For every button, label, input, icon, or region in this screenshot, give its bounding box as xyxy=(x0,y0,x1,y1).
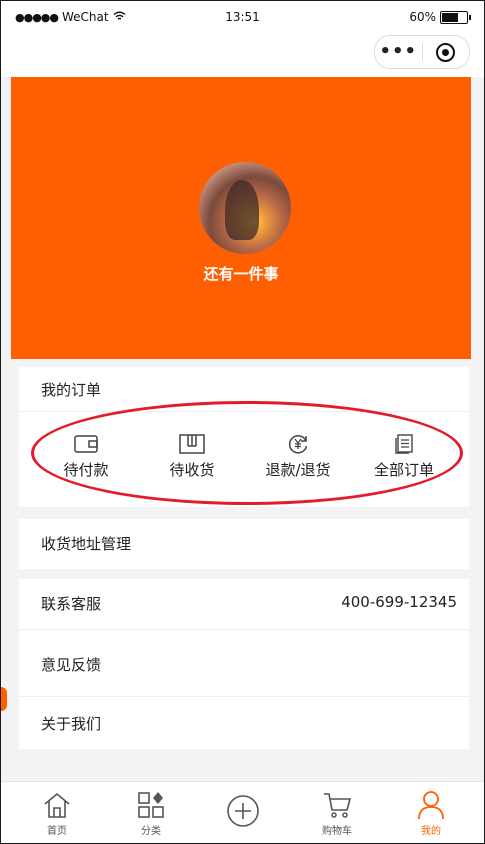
more-menu-button[interactable]: ••• xyxy=(375,36,422,68)
service-phone[interactable]: 400-699-12345 xyxy=(341,593,457,611)
close-target-icon xyxy=(436,42,456,62)
address-management-row[interactable]: 收货地址管理 xyxy=(19,519,469,569)
avatar[interactable] xyxy=(199,162,291,254)
tab-bar: 首页 分类 购物车 我的 xyxy=(1,781,484,843)
row-label: 关于我们 xyxy=(41,715,102,733)
battery-icon xyxy=(440,10,471,24)
person-icon xyxy=(391,788,471,822)
close-miniprogram-button[interactable] xyxy=(423,42,470,62)
battery-fill xyxy=(442,12,458,22)
cart-icon xyxy=(297,788,377,822)
row-label: 收货地址管理 xyxy=(41,535,132,553)
tab-label: 分类 xyxy=(141,826,161,837)
tab-mine[interactable]: 我的 xyxy=(391,788,471,837)
battery-status: 60% xyxy=(409,10,471,24)
category-grid-icon xyxy=(111,788,191,822)
home-icon xyxy=(17,788,97,822)
avatar-figure xyxy=(225,180,259,240)
tab-label: 我的 xyxy=(421,826,441,837)
tab-home[interactable]: 首页 xyxy=(17,788,97,837)
highlight-ellipse xyxy=(31,401,463,505)
tab-publish[interactable] xyxy=(203,788,283,834)
battery-percent: 60% xyxy=(409,10,436,24)
miniprogram-capsule: ••• xyxy=(374,35,470,69)
about-us-row[interactable]: 关于我们 xyxy=(19,697,469,749)
phone-frame: ●●●●● WeChat 13:51 60% ••• 还有一件事 我的订单 待付… xyxy=(0,0,485,844)
orders-title[interactable]: 我的订单 xyxy=(41,379,101,400)
tab-label: 首页 xyxy=(47,826,67,837)
profile-header: 还有一件事 xyxy=(11,77,471,359)
tab-category[interactable]: 分类 xyxy=(111,788,191,837)
tab-cart[interactable]: 购物车 xyxy=(297,788,377,837)
user-nickname: 还有一件事 xyxy=(203,265,279,283)
nav-bar: ••• xyxy=(1,35,484,77)
floating-side-handle[interactable] xyxy=(1,687,7,711)
tab-label: 购物车 xyxy=(322,826,352,837)
plus-circle-icon xyxy=(203,788,283,834)
row-label: 意见反馈 xyxy=(41,656,102,674)
customer-service-row[interactable]: 联系客服 400-699-12345 xyxy=(19,579,469,629)
row-label: 联系客服 xyxy=(41,595,102,613)
feedback-row[interactable]: 意见反馈 xyxy=(19,630,469,696)
status-bar: ●●●●● WeChat 13:51 60% xyxy=(1,1,484,35)
